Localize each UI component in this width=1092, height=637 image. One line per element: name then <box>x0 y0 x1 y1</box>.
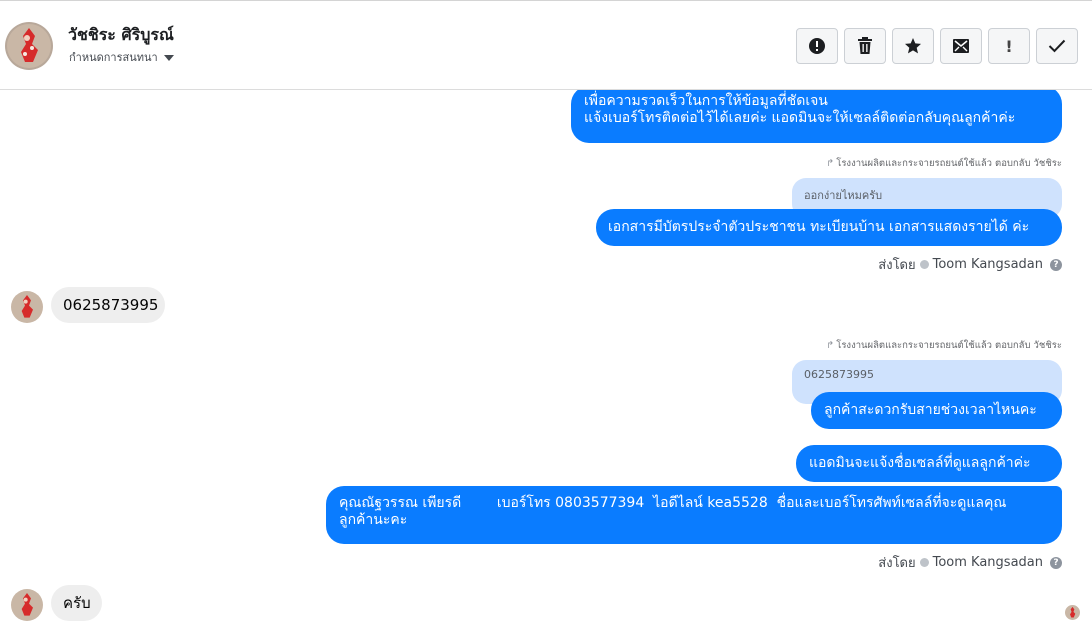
contact-avatar[interactable] <box>5 22 53 70</box>
contact-avatar-image <box>5 22 53 70</box>
sent-by-name[interactable]: Toom Kangsadan <box>933 555 1043 570</box>
message-thread[interactable]: เพื่อความรวดเร็วในการให้ข้อมูลที่ชัดเจน … <box>0 90 1092 637</box>
report-spam-icon <box>809 38 825 54</box>
reply-context: ↱ โรงงานผลิตและกระจายรถยนต์ใช้แล้ว ตอบกลั… <box>826 156 1062 171</box>
report-spam-button[interactable] <box>796 28 838 64</box>
message-text-line: คุณณัฐวรรณ เพียรดี เบอร์โทร 0803577394 ไ… <box>339 495 1007 511</box>
message-text: เอกสารมีบัตรประจำตัวประชาชน ทะเบียนบ้าน … <box>608 219 1030 235</box>
sent-by-prefix: ส่งโดย <box>878 258 916 273</box>
sent-check-icon <box>919 260 929 269</box>
reply-context-text: โรงงานผลิตและกระจายรถยนต์ใช้แล้ว ตอบกลับ… <box>836 340 1062 351</box>
reply-context-text: โรงงานผลิตและกระจายรถยนต์ใช้แล้ว ตอบกลับ… <box>836 158 1062 169</box>
sent-by-prefix: ส่งโดย <box>878 556 916 571</box>
sender-avatar[interactable] <box>11 589 43 621</box>
message-text: 0625873995 <box>63 296 159 314</box>
message-text-line: แจ้งเบอร์โทรติดต่อไว้ได้เลยค่ะ แอดมินจะใ… <box>584 110 1016 126</box>
message-text: ลูกค้าสะดวกรับสายช่วงเวลาไหนคะ <box>824 402 1037 418</box>
incoming-message[interactable]: ครับ <box>51 585 102 621</box>
mark-unread-button[interactable] <box>940 28 982 64</box>
mark-unread-icon <box>953 39 969 53</box>
star-button[interactable] <box>892 28 934 64</box>
done-check-icon <box>1048 39 1066 53</box>
help-icon[interactable]: ? <box>1050 258 1062 271</box>
reply-arrow-icon: ↱ <box>826 158 835 169</box>
outgoing-message[interactable]: แอดมินจะแจ้งชื่อเซลล์ที่ดูแลลูกค้าค่ะ <box>796 445 1062 482</box>
seen-avatar-image <box>1065 605 1080 620</box>
conversation-header: วัชชิระ ศิริบูรณ์ กำหนดการสนทนา ! <box>0 1 1092 90</box>
help-icon[interactable]: ? <box>1050 556 1062 569</box>
mark-done-button[interactable] <box>1036 28 1078 64</box>
star-icon <box>905 38 921 54</box>
message-text-line: เพื่อความรวดเร็วในการให้ข้อมูลที่ชัดเจน <box>584 93 828 109</box>
reply-arrow-icon: ↱ <box>826 340 835 351</box>
sent-by-name[interactable]: Toom Kangsadan <box>933 257 1043 272</box>
sender-avatar[interactable] <box>11 291 43 323</box>
conversation-toolbar: ! <box>796 28 1078 64</box>
follow-up-icon: ! <box>1005 36 1013 56</box>
message-text: ครับ <box>63 594 91 612</box>
sender-avatar-image <box>11 589 43 621</box>
sender-avatar-image <box>11 291 43 323</box>
follow-up-button[interactable]: ! <box>988 28 1030 64</box>
reply-context: ↱ โรงงานผลิตและกระจายรถยนต์ใช้แล้ว ตอบกลั… <box>826 338 1062 353</box>
outgoing-message[interactable]: ลูกค้าสะดวกรับสายช่วงเวลาไหนคะ <box>811 392 1062 429</box>
assign-conversation-dropdown[interactable]: กำหนดการสนทนา <box>69 48 174 66</box>
message-text: แอดมินจะแจ้งชื่อเซลล์ที่ดูแลลูกค้าค่ะ <box>809 455 1031 471</box>
outgoing-message[interactable]: เพื่อความรวดเร็วในการให้ข้อมูลที่ชัดเจน … <box>571 90 1062 143</box>
assign-conversation-label: กำหนดการสนทนา <box>69 51 158 64</box>
message-text-line: ลูกค้านะคะ <box>339 512 408 528</box>
contact-name[interactable]: วัชชิระ ศิริบูรณ์ <box>68 23 174 48</box>
outgoing-message[interactable]: คุณณัฐวรรณ เพียรดี เบอร์โทร 0803577394 ไ… <box>326 486 1062 544</box>
trash-icon <box>858 37 872 54</box>
incoming-message[interactable]: 0625873995 <box>51 287 165 323</box>
seen-indicator-avatar <box>1065 605 1080 620</box>
sent-by-label: ส่งโดย Toom Kangsadan ? <box>878 552 1062 573</box>
quoted-message-text: 0625873995 <box>804 368 874 381</box>
quoted-message-text: ออกง่ายไหมครับ <box>804 189 883 202</box>
outgoing-message[interactable]: เอกสารมีบัตรประจำตัวประชาชน ทะเบียนบ้าน … <box>596 209 1062 246</box>
sent-check-icon <box>919 558 929 567</box>
caret-down-icon <box>163 54 174 61</box>
sent-by-label: ส่งโดย Toom Kangsadan ? <box>878 254 1062 275</box>
delete-button[interactable] <box>844 28 886 64</box>
